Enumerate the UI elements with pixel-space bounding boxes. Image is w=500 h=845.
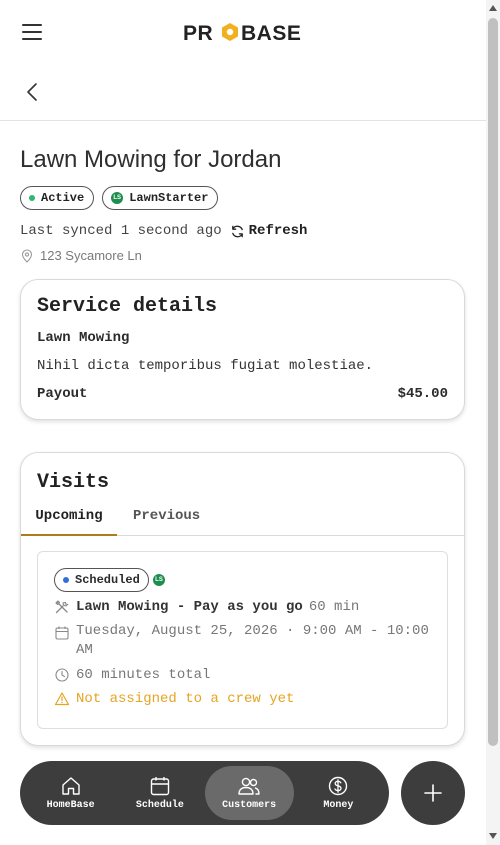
menu-icon[interactable] [22,24,42,40]
bottom-nav: HomeBase Schedule Customers Money [20,761,389,825]
service-name: Lawn Mowing [37,330,130,346]
visits-tabs: Upcoming Previous [21,502,464,536]
probase-logo: PR BASE [183,22,301,44]
tab-previous[interactable]: Previous [133,508,200,536]
payout-value: $45.00 [397,386,448,402]
visits-card: Visits Upcoming Previous Scheduled LS La… [20,452,465,746]
nav-homebase-label: HomeBase [46,799,95,811]
scroll-up-arrow-icon[interactable] [489,4,497,12]
visit-warning-row: Not assigned to a crew yet [54,690,294,707]
lawnstarter-logo-icon: LS [111,192,124,204]
status-badge: Active [20,186,95,210]
visit-date-row: Tuesday, August 25, 2026 · 9:00 AM - 10:… [54,622,434,660]
visit-total-time: 60 minutes total [76,666,211,683]
scheduled-badge-label: Scheduled [75,573,140,587]
lawnstarter-logo-icon: LS [153,574,165,586]
add-button[interactable] [401,761,465,825]
top-bar: PR BASE [0,0,486,64]
warning-icon [54,692,70,706]
status-badge-label: Active [41,191,85,205]
job-badges: Active LS LawnStarter [20,186,219,210]
sync-status-text: Last synced 1 second ago [20,223,222,239]
source-badge: LS LawnStarter [102,186,219,210]
service-description: Nihil dicta temporibus fugiat molestiae. [37,358,374,374]
payout-label: Payout [37,386,88,402]
nav-money[interactable]: Money [294,766,383,820]
calendar-icon [150,776,170,795]
nav-customers-label: Customers [222,799,277,811]
svg-text:BASE: BASE [241,22,301,44]
chevron-left-icon[interactable] [22,81,44,103]
service-details-heading: Service details [37,295,218,318]
nav-schedule[interactable]: Schedule [115,766,204,820]
source-badge-label: LawnStarter [129,191,209,205]
nav-schedule-label: Schedule [135,799,184,811]
active-dot [29,195,35,201]
visits-heading: Visits [37,471,110,494]
back-row [0,64,486,121]
refresh-button[interactable]: Refresh [230,223,308,239]
page-title: Lawn Mowing for Jordan [20,146,282,173]
sync-row: Last synced 1 second ago Refresh [20,223,307,239]
scrollbar-thumb[interactable] [488,18,498,746]
visit-service-row: Lawn Mowing - Pay as you go 60 min [54,598,359,615]
svg-text:PR: PR [183,22,213,44]
address-row: 123 Sycamore Ln [20,248,142,263]
tab-upcoming[interactable]: Upcoming [21,508,117,536]
visit-item[interactable]: Scheduled LS Lawn Mowing - Pay as you go… [37,551,448,729]
visit-warning-text: Not assigned to a crew yet [76,690,295,707]
location-pin-icon [21,248,33,263]
visit-total-row: 60 minutes total [54,666,210,683]
users-icon [238,777,260,795]
clock-icon [55,668,69,682]
visit-datetime: Tuesday, August 25, 2026 · 9:00 AM - 10:… [76,623,429,658]
scroll-down-arrow-icon[interactable] [489,832,497,840]
scheduled-badge: Scheduled [54,568,149,592]
nav-customers[interactable]: Customers [204,766,294,820]
refresh-icon [231,225,243,237]
plus-icon [424,784,442,802]
tools-icon [55,600,69,614]
service-details-card: Service details Lawn Mowing Nihil dicta … [20,279,465,420]
visit-duration: 60 min [308,598,360,615]
dollar-icon [329,776,348,795]
scrollbar[interactable] [486,0,500,845]
address-text: 123 Sycamore Ln [40,248,142,263]
scheduled-dot [63,577,69,583]
calendar-icon [55,626,69,640]
nav-money-label: Money [323,799,354,811]
visit-service-name: Lawn Mowing - Pay as you go [76,598,303,615]
refresh-label: Refresh [248,223,308,239]
home-icon [61,776,80,795]
nav-homebase[interactable]: HomeBase [26,766,115,820]
